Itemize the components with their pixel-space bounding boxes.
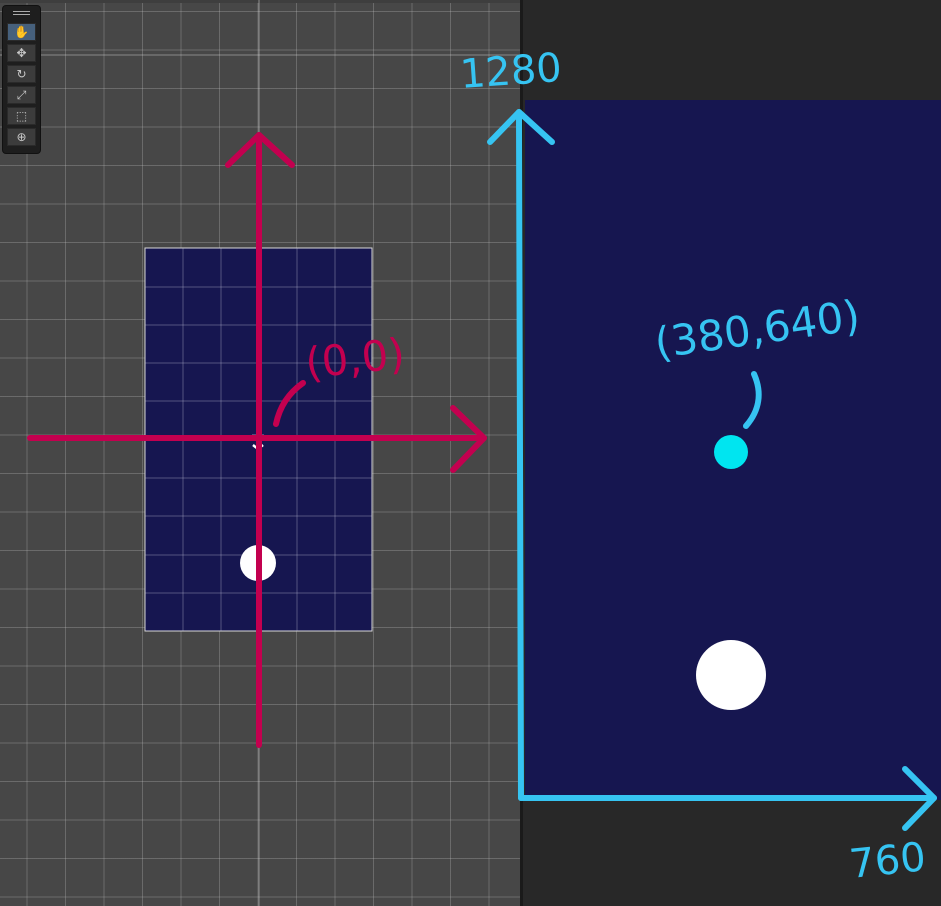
x-axis-max-label: 760 [847,834,928,888]
toolbar-grip-icon[interactable] [13,11,30,15]
move-tool-button[interactable]: ✥ [7,44,36,62]
hand-tool-icon: ✋ [14,25,29,39]
origin-label: (0,0) [303,329,407,388]
rotate-tool-icon: ↻ [16,67,27,81]
drawing-overlay: (0,0) 1280 760 (380,640) [0,0,941,906]
y-axis-max-label: 1280 [458,45,563,98]
scale-tool-icon: ⤢ [16,87,27,102]
move-tool-icon: ✥ [16,46,27,60]
rect-tool-icon: ⬚ [15,109,28,123]
scene-tools-toolbar: ✋ ✥ ↻ ⤢ ⬚ ⊕ [3,6,40,153]
hand-tool-button[interactable]: ✋ [7,23,36,41]
transform-tool-button[interactable]: ⊕ [7,128,36,146]
rotate-tool-button[interactable]: ↻ [7,65,36,83]
game-target-point [714,435,748,469]
magenta-axes [27,132,487,748]
game-ball [696,640,766,710]
rect-tool-button[interactable]: ⬚ [7,107,36,125]
scale-tool-button[interactable]: ⤢ [7,86,36,104]
transform-tool-icon: ⊕ [16,130,27,144]
